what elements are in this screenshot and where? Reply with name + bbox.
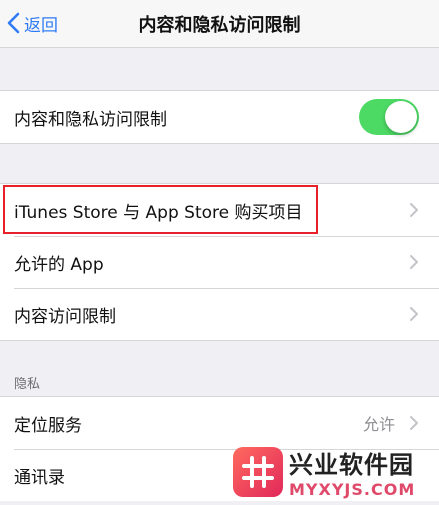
- chevron-right-icon: [410, 307, 418, 321]
- list-item-label: 内容访问限制: [14, 306, 116, 327]
- watermark-url: MYXYJS.COM: [289, 480, 416, 499]
- restrictions-toggle-group: 内容和隐私访问限制: [0, 90, 439, 144]
- list-item-store-purchases[interactable]: iTunes Store 与 App Store 购买项目: [0, 184, 439, 236]
- watermark-name: 兴业软件园: [289, 451, 414, 479]
- section-header-privacy: 隐私: [14, 377, 41, 392]
- restrictions-toggle-row: 内容和隐私访问限制: [0, 91, 439, 143]
- page-title: 内容和隐私访问限制: [138, 15, 301, 36]
- chevron-right-icon: [410, 416, 418, 430]
- list-item-label: 定位服务: [14, 415, 82, 436]
- toggle-knob: [385, 101, 417, 133]
- navigation-bar: 返回 内容和隐私访问限制: [0, 0, 439, 48]
- list-item-label: 允许的 App: [14, 254, 104, 275]
- list-item-allowed-apps[interactable]: 允许的 App: [0, 236, 439, 288]
- list-item-label: iTunes Store 与 App Store 购买项目: [14, 202, 303, 223]
- watermark-logo-icon: [233, 447, 283, 497]
- restrictions-toggle-label: 内容和隐私访问限制: [14, 109, 167, 130]
- list-item-value: 允许: [362, 415, 395, 434]
- restrictions-toggle[interactable]: [359, 99, 419, 135]
- list-item-location-services[interactable]: 定位服务 允许: [0, 397, 439, 449]
- chevron-right-icon: [410, 255, 418, 269]
- chevron-right-icon: [410, 203, 418, 217]
- list-item-content-restrictions[interactable]: 内容访问限制: [0, 288, 439, 340]
- watermark-text: 兴业软件园 MYXYJS.COM: [289, 445, 415, 499]
- store-restrictions-group: iTunes Store 与 App Store 购买项目 允许的 App 内容…: [0, 183, 439, 341]
- list-item-label: 通讯录: [14, 467, 65, 488]
- watermark: 兴业软件园 MYXYJS.COM: [233, 443, 433, 501]
